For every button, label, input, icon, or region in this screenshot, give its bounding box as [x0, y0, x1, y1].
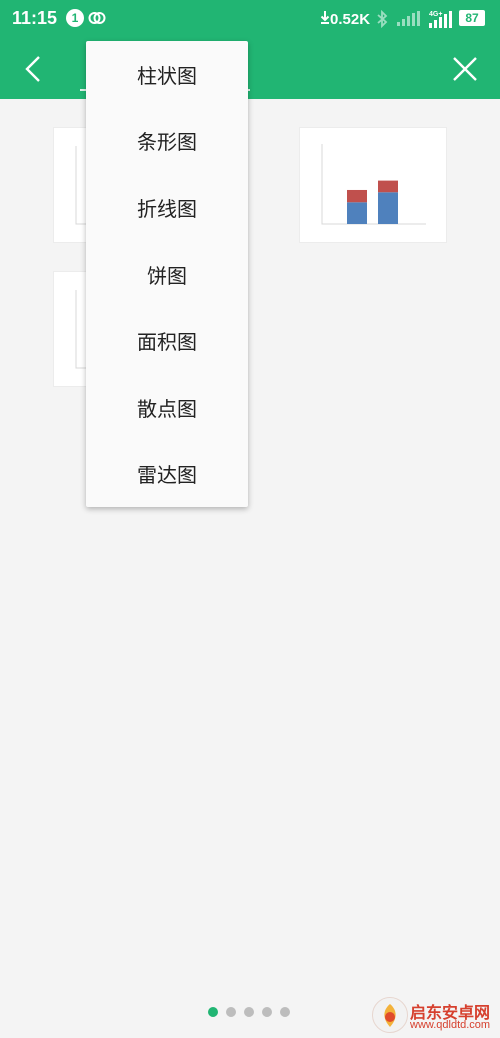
- stacked-bar-thumbnail: [321, 144, 426, 225]
- stacked-bar-upper: [347, 189, 367, 203]
- notification-badge: 1: [66, 9, 84, 27]
- close-icon[interactable]: [448, 52, 482, 86]
- status-bar: 11:15 1 0.52K 4G+ 87: [0, 0, 500, 38]
- site-watermark: 启东安卓网 www.qdldtd.com: [370, 995, 500, 1038]
- chart-type-menu-item[interactable]: 散点图: [86, 374, 248, 441]
- battery-icon: 87: [459, 10, 485, 26]
- page-dot[interactable]: [208, 1007, 218, 1017]
- back-arrow-icon[interactable]: [18, 53, 50, 85]
- page-dot[interactable]: [262, 1007, 272, 1017]
- stacked-bar-lower: [378, 192, 398, 224]
- chart-type-menu-item[interactable]: 折线图: [86, 174, 248, 241]
- chart-type-menu-item[interactable]: 条形图: [86, 108, 248, 175]
- app-toolbar: [0, 38, 500, 99]
- chart-thumbnail-stacked-bar[interactable]: [299, 127, 447, 243]
- watermark-logo-icon: [372, 997, 408, 1033]
- stacked-bar-upper: [378, 180, 398, 193]
- status-time: 11:15: [12, 8, 58, 28]
- page-indicator: [208, 1007, 290, 1017]
- net-speed-value: 0.52K: [330, 11, 371, 28]
- link-icon: [88, 10, 106, 30]
- chart-type-menu-item[interactable]: 饼图: [86, 241, 248, 308]
- page-dot[interactable]: [244, 1007, 254, 1017]
- chart-type-menu-item[interactable]: 面积图: [86, 307, 248, 374]
- stacked-bar-lower: [347, 202, 367, 224]
- net-speed: 0.52K: [320, 10, 370, 28]
- watermark-url: www.qdldtd.com: [410, 1019, 491, 1031]
- network-type-label: 4G+: [429, 11, 442, 18]
- chart-type-menu: 柱状图 条形图 折线图 饼图 面积图 散点图 雷达图: [86, 41, 248, 507]
- page-dot[interactable]: [226, 1007, 236, 1017]
- battery-level: 87: [465, 11, 479, 25]
- page-dot[interactable]: [280, 1007, 290, 1017]
- chart-type-menu-item[interactable]: 柱状图: [86, 41, 248, 108]
- bluetooth-icon: [375, 9, 389, 32]
- signal-icon: [396, 11, 422, 31]
- signal-4g-icon: 4G+: [428, 9, 454, 33]
- chart-type-menu-item[interactable]: 雷达图: [86, 441, 248, 508]
- download-icon: [320, 11, 330, 24]
